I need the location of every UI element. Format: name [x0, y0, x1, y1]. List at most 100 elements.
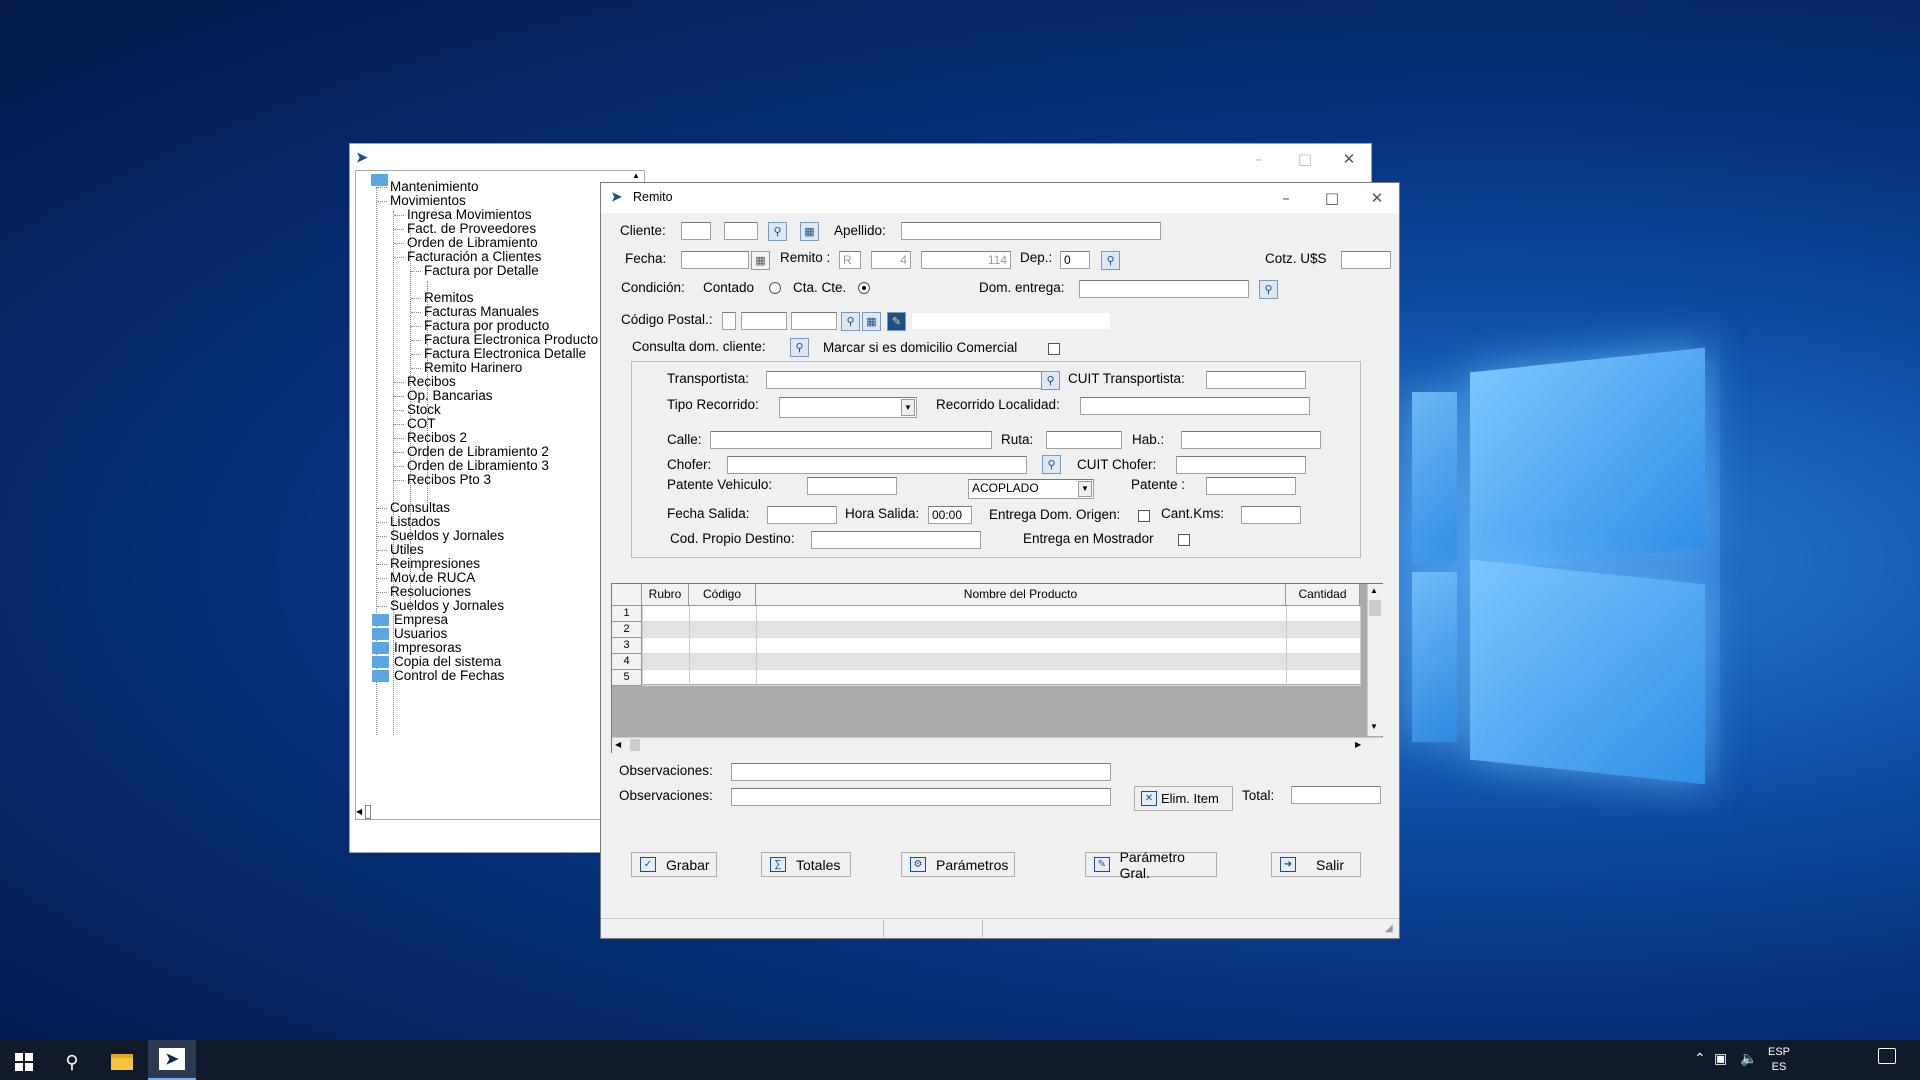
recorrido-loc-field[interactable] [1080, 397, 1310, 415]
domicilio-comercial-checkbox[interactable] [1048, 343, 1060, 355]
cliente-grid-icon[interactable]: ▦ [800, 222, 819, 241]
tree-item[interactable]: Orden de Libramiento [407, 235, 538, 250]
tree-item[interactable]: Orden de Libramiento 2 [407, 444, 549, 459]
transportista-search-icon[interactable]: ⚲ [1041, 371, 1060, 390]
table-row[interactable] [612, 606, 1361, 622]
network-icon[interactable]: ▣ [1714, 1050, 1727, 1067]
resize-grip-icon[interactable]: ◢ [1385, 923, 1393, 934]
cliente-field-2[interactable] [724, 222, 758, 240]
tree-item[interactable]: Listados [390, 514, 440, 529]
file-explorer-icon[interactable] [98, 1044, 146, 1080]
tree-item[interactable]: Factura por Detalle [424, 263, 539, 278]
entrega-origen-checkbox[interactable] [1138, 510, 1150, 522]
grid-scroll-left-icon[interactable]: ◀ [615, 740, 621, 749]
cp-edit-icon[interactable]: ✎ [887, 312, 906, 331]
tree-item[interactable]: Recibos [407, 374, 456, 389]
volume-icon[interactable]: 🔈 [1740, 1050, 1757, 1067]
col-cantidad[interactable]: Cantidad [1286, 584, 1360, 606]
table-row[interactable] [612, 654, 1361, 670]
tree-item[interactable]: Fact. de Proveedores [407, 221, 536, 236]
hora-salida-field[interactable]: 00:00 [928, 506, 972, 524]
app-taskbar-icon[interactable]: ➤ [148, 1040, 196, 1080]
tree-item[interactable]: Recibos Pto 3 [407, 472, 491, 487]
fecha-field[interactable] [681, 251, 749, 269]
tree-item[interactable]: Recibos 2 [407, 430, 467, 445]
cant-kms-field[interactable] [1241, 506, 1301, 524]
row-number[interactable]: 5 [612, 670, 642, 686]
remito-minimize-icon[interactable]: – [1263, 183, 1309, 213]
cp-field-1[interactable] [722, 312, 736, 330]
tree-item[interactable]: Orden de Libramiento 3 [407, 458, 549, 473]
tree-item[interactable]: Utiles [390, 542, 424, 557]
tree-item[interactable]: Control de Fechas [394, 668, 504, 683]
language-indicator[interactable]: ESP ES [1768, 1045, 1790, 1075]
elim-item-button[interactable]: ✕ Elim. Item [1134, 786, 1233, 811]
tree-item[interactable]: Mantenimiento [390, 179, 479, 194]
hab-field[interactable] [1181, 431, 1321, 449]
tree-item[interactable]: Factura Electronica Detalle [424, 346, 586, 361]
search-icon[interactable]: ⚲ [48, 1044, 96, 1080]
tree-item[interactable]: Sueldos y Jornales [390, 528, 504, 543]
cp-grid-icon[interactable]: ▦ [862, 312, 881, 331]
total-field[interactable] [1291, 786, 1381, 804]
cod-destino-field[interactable] [811, 531, 981, 549]
dom-entrega-field[interactable] [1079, 280, 1249, 298]
cp-field-3[interactable] [791, 312, 837, 330]
cliente-search-icon[interactable]: ⚲ [768, 222, 787, 241]
remito-num-field[interactable]: 114 [921, 251, 1011, 269]
close-icon[interactable]: ✕ [1326, 144, 1372, 174]
param-gral-button[interactable]: ✎ Parámetro Gral. [1085, 849, 1217, 881]
tree-item[interactable]: Movimientos [390, 193, 466, 208]
acoplado-select[interactable]: ACOPLADO [968, 479, 1094, 499]
chofer-search-icon[interactable]: ⚲ [1042, 455, 1061, 474]
obs-field-1[interactable] [731, 763, 1111, 781]
patente-field[interactable] [1206, 477, 1296, 495]
tree-item[interactable]: Facturas Manuales [424, 304, 539, 319]
grid-scroll-down-icon[interactable]: ▼ [1370, 722, 1378, 731]
grabar-button[interactable]: ✓ Grabar [631, 852, 717, 877]
remito-close-icon[interactable]: ✕ [1354, 183, 1400, 213]
obs-field-2[interactable] [731, 788, 1111, 806]
fecha-salida-field[interactable] [767, 506, 837, 524]
grid-scroll-right-icon[interactable]: ▶ [1355, 740, 1361, 749]
tree-scroll-up-icon[interactable]: ▲ [632, 171, 640, 180]
ruta-field[interactable] [1046, 431, 1122, 449]
grid-scroll-thumb[interactable] [1369, 600, 1381, 616]
table-row[interactable] [612, 670, 1361, 686]
tree-item[interactable]: Impresoras [394, 640, 462, 655]
salir-button[interactable]: ➜ Salir [1271, 852, 1361, 877]
table-row[interactable] [612, 622, 1361, 638]
remito-letra-field[interactable]: R [839, 251, 861, 269]
tree-item[interactable]: Empresa [394, 612, 448, 627]
chevron-up-icon[interactable]: ⌃ [1694, 1050, 1706, 1067]
grid-hscroll-thumb[interactable] [630, 739, 640, 751]
totales-button[interactable]: ∑ Totales [761, 852, 851, 877]
col-codigo[interactable]: Código [689, 584, 756, 606]
tree-item[interactable]: Remitos [424, 290, 474, 305]
tree-item[interactable]: COT [407, 416, 436, 431]
tree-item[interactable]: Facturación a Clientes [407, 249, 541, 264]
grid-hscroll[interactable] [612, 737, 1383, 753]
tree-item[interactable]: Reimpresiones [390, 556, 480, 571]
chofer-field[interactable] [727, 456, 1027, 474]
maximize-icon[interactable]: □ [1282, 144, 1328, 174]
tree-hscroll-thumb[interactable] [365, 805, 371, 819]
notification-icon[interactable] [1878, 1048, 1896, 1064]
chevron-down-icon[interactable]: ▼ [901, 399, 915, 416]
consulta-search-icon[interactable]: ⚲ [790, 338, 809, 357]
ctacte-radio[interactable] [858, 282, 870, 294]
start-windows-icon[interactable] [0, 1044, 48, 1080]
table-row[interactable] [612, 638, 1361, 654]
cuit-transp-field[interactable] [1206, 371, 1306, 389]
row-number[interactable]: 3 [612, 638, 642, 654]
col-nombre[interactable]: Nombre del Producto [756, 584, 1286, 606]
tree-item[interactable]: Factura Electronica Producto [424, 332, 598, 347]
mostrador-checkbox[interactable] [1178, 534, 1190, 546]
tree-item[interactable]: Sueldos y Jornales [390, 598, 504, 613]
tree-item[interactable]: Remito Harinero [424, 360, 522, 375]
tree-item[interactable]: Factura por producto [424, 318, 549, 333]
minimize-icon[interactable]: – [1236, 144, 1282, 174]
tree-item[interactable]: Mov.de RUCA [390, 570, 475, 585]
cp-search-icon[interactable]: ⚲ [841, 312, 860, 331]
col-rubro[interactable]: Rubro [642, 584, 689, 606]
